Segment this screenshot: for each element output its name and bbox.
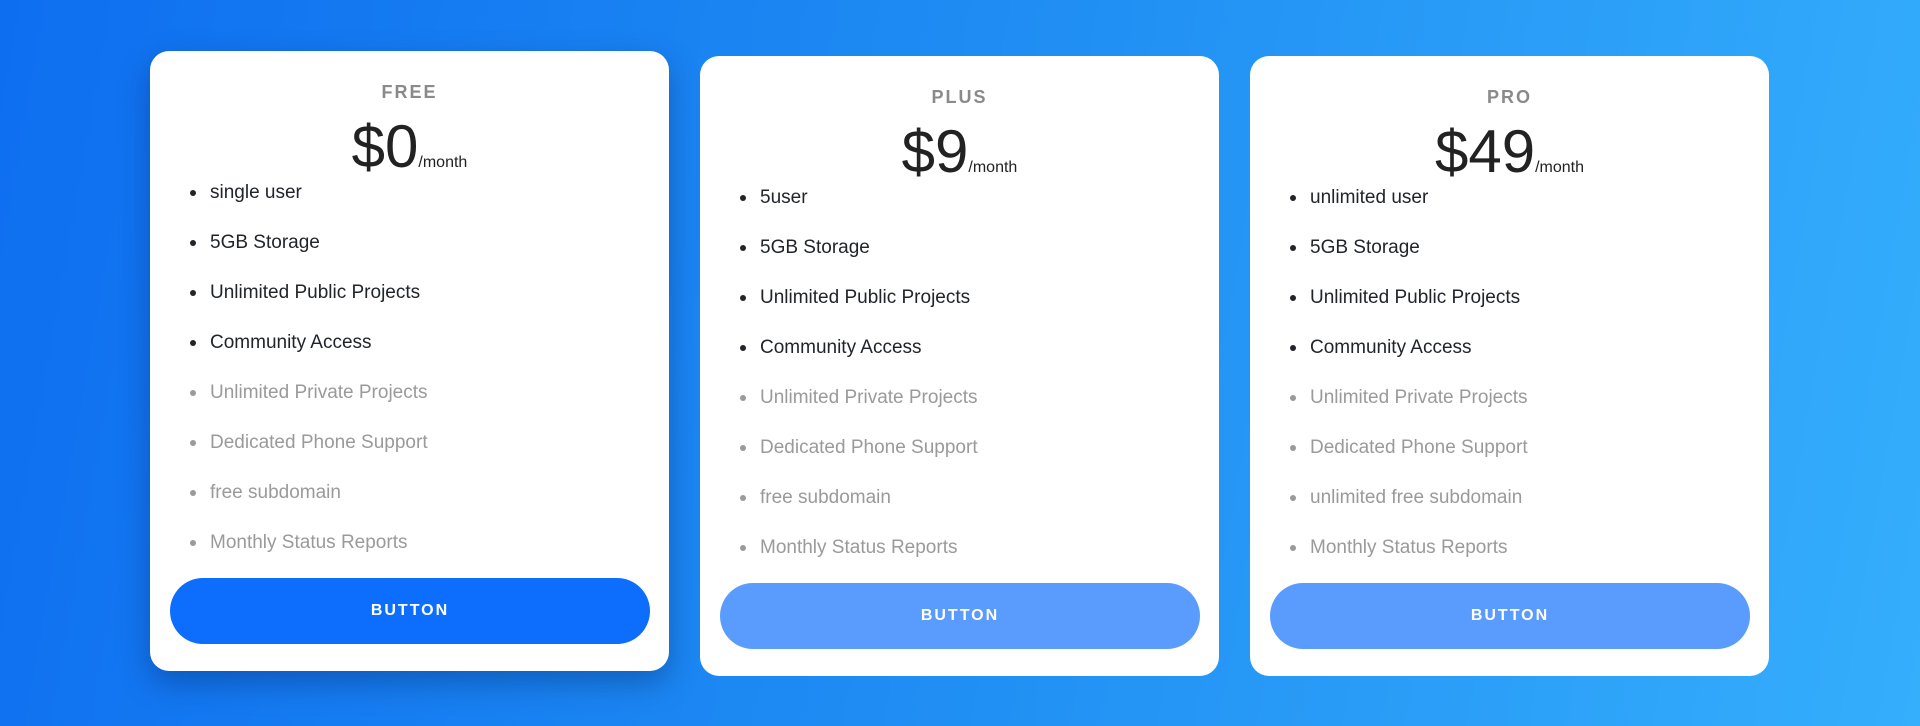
- bullet-icon: [1290, 495, 1296, 501]
- feature-label: Monthly Status Reports: [760, 537, 958, 558]
- feature-item-disabled: Dedicated Phone Support: [740, 423, 1199, 473]
- feature-label: Community Access: [1310, 337, 1472, 358]
- feature-item: Community Access: [1290, 323, 1749, 373]
- feature-item: Community Access: [740, 323, 1199, 373]
- bullet-icon: [190, 490, 196, 496]
- feature-label: Dedicated Phone Support: [1310, 437, 1528, 458]
- feature-list: single user 5GB Storage Unlimited Public…: [170, 168, 649, 568]
- select-plan-button[interactable]: BUTTON: [720, 583, 1200, 649]
- pricing-card-plus: PLUS $9/month 5user 5GB Storage Unlimite…: [700, 56, 1219, 676]
- feature-item: Unlimited Public Projects: [740, 273, 1199, 323]
- feature-label: Community Access: [210, 332, 372, 353]
- feature-label: Monthly Status Reports: [1310, 537, 1508, 558]
- feature-item: Unlimited Public Projects: [190, 268, 649, 318]
- feature-label: 5GB Storage: [760, 237, 870, 258]
- bullet-icon: [1290, 545, 1296, 551]
- feature-label: Unlimited Private Projects: [1310, 387, 1528, 408]
- feature-label: unlimited free subdomain: [1310, 487, 1523, 508]
- bullet-icon: [1290, 395, 1296, 401]
- feature-item: single user: [190, 168, 649, 218]
- plan-name: FREE: [381, 82, 438, 102]
- bullet-icon: [740, 545, 746, 551]
- bullet-icon: [740, 195, 746, 201]
- feature-item: Community Access: [190, 318, 649, 368]
- feature-label: unlimited user: [1310, 187, 1429, 208]
- feature-label: 5GB Storage: [210, 232, 320, 253]
- feature-label: Dedicated Phone Support: [760, 437, 978, 458]
- bullet-icon: [190, 190, 196, 196]
- pricing-card-pro: PRO $49/month unlimited user 5GB Storage…: [1250, 56, 1769, 676]
- feature-label: Dedicated Phone Support: [210, 432, 428, 453]
- feature-list: 5user 5GB Storage Unlimited Public Proje…: [720, 173, 1199, 573]
- feature-item: 5GB Storage: [1290, 223, 1749, 273]
- bullet-icon: [190, 290, 196, 296]
- feature-item-disabled: Unlimited Private Projects: [740, 373, 1199, 423]
- bullet-icon: [740, 245, 746, 251]
- feature-item-disabled: unlimited free subdomain: [1290, 473, 1749, 523]
- bullet-icon: [190, 440, 196, 446]
- bullet-icon: [190, 240, 196, 246]
- feature-item: 5GB Storage: [740, 223, 1199, 273]
- feature-label: single user: [210, 182, 302, 203]
- feature-list: unlimited user 5GB Storage Unlimited Pub…: [1270, 173, 1749, 573]
- bullet-icon: [190, 540, 196, 546]
- feature-item: unlimited user: [1290, 173, 1749, 223]
- plan-name: PRO: [1486, 87, 1532, 107]
- feature-label: Unlimited Public Projects: [760, 287, 971, 308]
- feature-label: Unlimited Private Projects: [760, 387, 978, 408]
- feature-item-disabled: Unlimited Private Projects: [1290, 373, 1749, 423]
- feature-item-disabled: Unlimited Private Projects: [190, 368, 649, 418]
- feature-label: free subdomain: [760, 487, 891, 508]
- feature-item-disabled: free subdomain: [740, 473, 1199, 523]
- feature-label: Monthly Status Reports: [210, 532, 408, 553]
- feature-item: Unlimited Public Projects: [1290, 273, 1749, 323]
- feature-item-disabled: Dedicated Phone Support: [190, 418, 649, 468]
- bullet-icon: [1290, 345, 1296, 351]
- feature-label: 5GB Storage: [1310, 237, 1420, 258]
- feature-label: Unlimited Public Projects: [1310, 287, 1521, 308]
- select-plan-button[interactable]: BUTTON: [170, 578, 650, 644]
- feature-label: free subdomain: [210, 482, 341, 503]
- feature-label: Community Access: [760, 337, 922, 358]
- feature-item-disabled: Monthly Status Reports: [1290, 523, 1749, 573]
- feature-item-disabled: Dedicated Phone Support: [1290, 423, 1749, 473]
- select-plan-button[interactable]: BUTTON: [1270, 583, 1750, 649]
- bullet-icon: [1290, 445, 1296, 451]
- bullet-icon: [740, 345, 746, 351]
- bullet-icon: [740, 395, 746, 401]
- feature-label: Unlimited Private Projects: [210, 382, 428, 403]
- feature-item: 5user: [740, 173, 1199, 223]
- bullet-icon: [190, 390, 196, 396]
- bullet-icon: [1290, 295, 1296, 301]
- plan-name: PLUS: [931, 87, 988, 107]
- bullet-icon: [740, 445, 746, 451]
- feature-item: 5GB Storage: [190, 218, 649, 268]
- pricing-card-free: FREE $0/month single user 5GB Storage Un…: [150, 51, 669, 671]
- bullet-icon: [740, 495, 746, 501]
- feature-item-disabled: Monthly Status Reports: [740, 523, 1199, 573]
- feature-label: 5user: [760, 187, 808, 208]
- feature-item-disabled: free subdomain: [190, 468, 649, 518]
- feature-label: Unlimited Public Projects: [210, 282, 421, 303]
- feature-item-disabled: Monthly Status Reports: [190, 518, 649, 568]
- bullet-icon: [1290, 245, 1296, 251]
- bullet-icon: [190, 340, 196, 346]
- bullet-icon: [740, 295, 746, 301]
- bullet-icon: [1290, 195, 1296, 201]
